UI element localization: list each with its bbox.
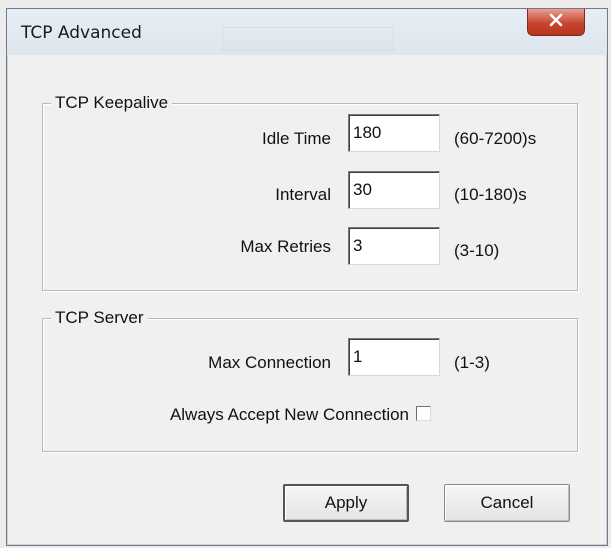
cancel-button[interactable]: Cancel	[444, 484, 570, 522]
max-connection-range: (1-3)	[454, 353, 490, 372]
dialog-body: TCP Keepalive Idle Time (60-7200)s Inter…	[15, 55, 599, 537]
always-accept-label: Always Accept New Connection	[169, 405, 409, 424]
background-control-ghost	[222, 27, 394, 51]
server-legend: TCP Server	[51, 308, 148, 328]
title-bar[interactable]: TCP Advanced	[7, 9, 607, 55]
keepalive-legend: TCP Keepalive	[51, 93, 173, 113]
apply-button[interactable]: Apply	[283, 484, 409, 522]
always-accept-checkbox[interactable]	[416, 406, 431, 421]
interval-input[interactable]	[348, 171, 440, 209]
close-icon	[548, 12, 564, 33]
window-title: TCP Advanced	[21, 23, 142, 43]
max-connection-label: Max Connection	[208, 353, 331, 372]
max-retries-input[interactable]	[348, 227, 440, 265]
max-connection-input[interactable]	[348, 338, 440, 376]
close-button[interactable]	[527, 9, 585, 36]
idle-time-label: Idle Time	[262, 129, 331, 148]
max-retries-label: Max Retries	[240, 237, 331, 256]
interval-label: Interval	[275, 185, 331, 204]
dialog-window: TCP Advanced TCP Keepalive Idle Time (60…	[6, 8, 608, 546]
idle-time-input[interactable]	[348, 114, 440, 152]
max-retries-range: (3-10)	[454, 241, 500, 260]
server-group: TCP Server	[42, 308, 578, 452]
interval-range: (10-180)s	[454, 185, 527, 204]
idle-time-range: (60-7200)s	[454, 129, 537, 148]
